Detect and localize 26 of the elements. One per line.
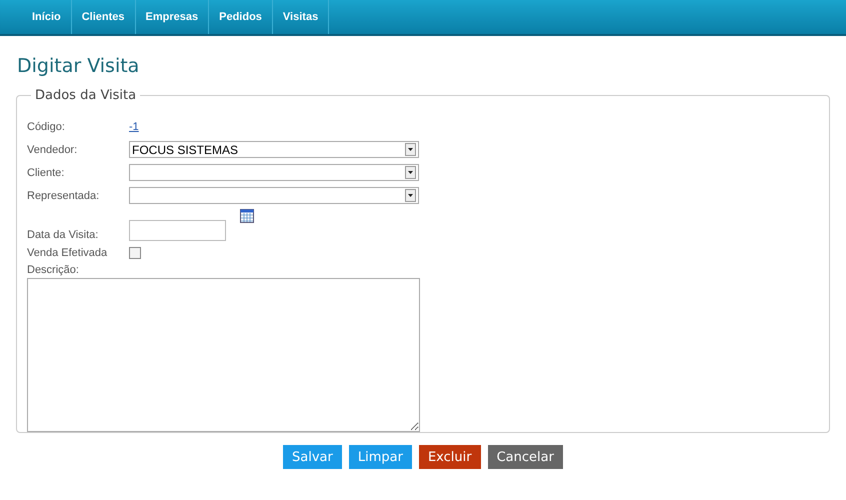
field-label: Representada: (27, 190, 100, 202)
field-label: Código: (27, 120, 66, 132)
code-link[interactable]: -1 (129, 120, 139, 132)
action-button[interactable]: Excluir (418, 445, 481, 469)
date-field[interactable] (129, 220, 226, 241)
action-button[interactable]: Limpar (348, 445, 412, 469)
select-field[interactable] (129, 164, 419, 181)
field-label: Data da Visita: (27, 229, 100, 241)
nav-link[interactable]: Empresas (136, 0, 210, 34)
field-label: Vendedor: (27, 144, 78, 156)
select-field[interactable]: FOCUS SISTEMAS (129, 141, 419, 158)
calendar-icon[interactable] (240, 209, 254, 223)
nav-link[interactable]: Clientes (72, 0, 136, 34)
field-label: Descrição: (27, 264, 80, 276)
nav-link[interactable]: Visitas (272, 0, 330, 34)
panel-legend: Dados da Visita (31, 88, 140, 103)
checkbox[interactable] (129, 246, 141, 258)
select-field[interactable] (129, 187, 419, 204)
page-title: Digitar Visita (17, 54, 140, 78)
description-field[interactable] (27, 278, 420, 432)
action-button[interactable]: Salvar (283, 445, 342, 469)
nav-link[interactable]: Início (22, 0, 72, 34)
field-label: Venda Efetivada (27, 246, 108, 258)
action-button[interactable]: Cancelar (488, 445, 563, 469)
field-label: Cliente: (27, 166, 66, 178)
nav-link[interactable]: Pedidos (209, 0, 273, 34)
